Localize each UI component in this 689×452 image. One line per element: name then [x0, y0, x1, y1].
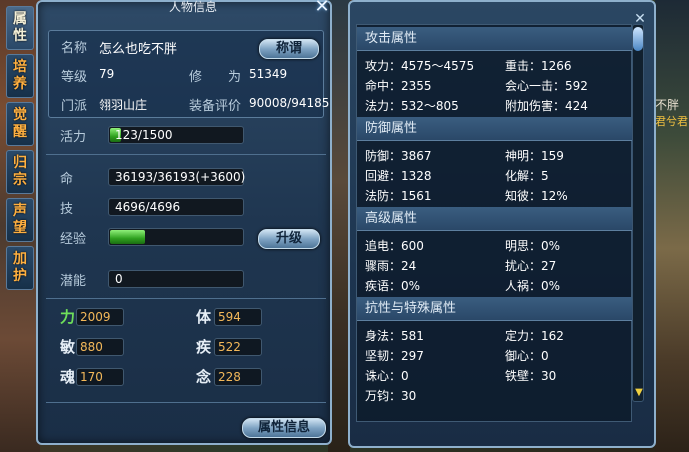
game-scene-right	[655, 0, 689, 452]
character-name: 怎么也吃不胖	[99, 42, 178, 57]
tab-awaken[interactable]: 觉醒	[6, 102, 34, 146]
advanced-section-header: 高级属性	[357, 207, 633, 231]
scene-player-name: 不胖	[655, 98, 680, 112]
tab-attributes[interactable]: 属性	[6, 6, 34, 50]
constitution-label: 体	[196, 308, 212, 326]
strength-label: 力	[60, 308, 76, 326]
tab-reputation[interactable]: 声望	[6, 198, 34, 242]
title-button[interactable]: 称谓	[259, 39, 319, 59]
attribute-list: 攻击属性 攻力：4575～4575 重击：1266 命中：2355 会心一击：5…	[356, 24, 633, 422]
exp-label: 经验	[60, 232, 87, 247]
scene-player-nameplate: 不胖 君兮君	[655, 96, 689, 129]
attack-row-right: 附加伤害：424	[505, 99, 588, 113]
attack-row-right: 会心一击：592	[505, 79, 588, 93]
attack-row-left: 命中：2355	[365, 79, 432, 93]
advanced-row-right: 明思：0%	[505, 239, 561, 253]
hp-value: 36193/36193(+3600)	[115, 170, 246, 184]
attack-section-header: 攻击属性	[357, 27, 633, 51]
tab-cultivate[interactable]: 培养	[6, 54, 34, 98]
speed-box: 522	[214, 338, 262, 356]
attack-row-left: 法力：532～805	[365, 99, 459, 113]
cultivation-value: 51349	[249, 67, 288, 81]
side-tab-bar: 属性 培养 觉醒 归宗 声望 加护	[6, 6, 40, 294]
strength-value: 2009	[80, 310, 111, 324]
soul-box: 170	[76, 368, 124, 386]
constitution-value: 594	[218, 310, 241, 324]
potential-value: 0	[115, 272, 123, 286]
agility-box: 880	[76, 338, 124, 356]
attribute-info-button[interactable]: 属性信息	[242, 418, 326, 438]
mind-label: 念	[196, 368, 212, 386]
cultivation-label: 修 为	[189, 70, 242, 85]
defense-row-left: 回避：1328	[365, 169, 432, 183]
mind-value: 228	[218, 370, 241, 384]
divider	[46, 402, 326, 403]
sect-label: 门派	[61, 99, 88, 114]
vitality-bar: 123/1500	[108, 126, 244, 144]
attack-row-right: 重击：1266	[505, 59, 572, 73]
scene-player-guild: 君兮君	[655, 115, 688, 128]
level-label: 等级	[61, 70, 88, 85]
potential-label: 潜能	[60, 274, 87, 289]
skill-points-bar: 4696/4696	[108, 198, 244, 216]
defense-section-header: 防御属性	[357, 117, 633, 141]
attribute-scrollbar[interactable]	[632, 24, 644, 402]
speed-label: 疾	[196, 338, 212, 356]
attribute-detail-panel: ✕ 攻击属性 攻力：4575～4575 重击：1266 命中：2355 会心一击…	[348, 0, 656, 448]
skill-points-value: 4696/4696	[115, 200, 181, 214]
resist-row-left: 身法：581	[365, 329, 424, 343]
scrollbar-thumb[interactable]	[633, 27, 643, 51]
strength-box: 2009	[76, 308, 124, 326]
resist-row-right: 铁壁：30	[505, 369, 557, 383]
tab-return-sect[interactable]: 归宗	[6, 150, 34, 194]
exp-bar-fill	[110, 230, 145, 244]
constitution-box: 594	[214, 308, 262, 326]
advanced-row-right: 扰心：27	[505, 259, 557, 273]
basic-info-box: 名称 怎么也吃不胖 称谓 等级 79 修 为 51349 门派 翎羽山庄 装备评…	[48, 30, 329, 118]
defense-row-left: 法防：1561	[365, 189, 432, 203]
level-value: 79	[99, 67, 115, 81]
soul-label: 魂	[60, 368, 76, 386]
advanced-row-left: 追电：600	[365, 239, 424, 253]
advanced-row-right: 人祸：0%	[505, 279, 561, 293]
upgrade-button[interactable]: 升级	[258, 229, 320, 249]
equip-score-label: 装备评价	[189, 99, 242, 114]
skill-points-label: 技	[60, 202, 74, 217]
sect-value: 翎羽山庄	[99, 98, 148, 112]
defense-row-right: 化解：5	[505, 169, 549, 183]
name-label: 名称	[61, 41, 88, 56]
resist-row-left: 诛心：0	[365, 369, 409, 383]
exp-bar	[108, 228, 244, 246]
vitality-label: 活力	[60, 130, 87, 145]
defense-row-right: 神明：159	[505, 149, 564, 163]
character-info-panel: 人物信息 ✕ 名称 怎么也吃不胖 称谓 等级 79 修 为 51349 门派 翎…	[36, 0, 332, 445]
soul-value: 170	[80, 370, 103, 384]
resist-section-header: 抗性与特殊属性	[357, 297, 633, 321]
resist-row-left: 坚韧：297	[365, 349, 424, 363]
advanced-row-left: 骤雨：24	[365, 259, 417, 273]
close-icon[interactable]: ✕	[312, 0, 332, 17]
speed-value: 522	[218, 340, 241, 354]
resist-row-right: 定力：162	[505, 329, 564, 343]
equip-score-value: 90008/94185	[249, 96, 330, 110]
advanced-row-left: 疾语：0%	[365, 279, 421, 293]
panel-title: 人物信息	[168, 0, 217, 14]
defense-row-right: 知彼：12%	[505, 189, 568, 203]
defense-row-left: 防御：3867	[365, 149, 432, 163]
resist-row-right: 御心：0	[505, 349, 549, 363]
mind-box: 228	[214, 368, 262, 386]
vitality-value: 123/1500	[115, 128, 173, 142]
agility-value: 880	[80, 340, 103, 354]
divider	[46, 154, 326, 155]
agility-label: 敏	[60, 338, 76, 356]
resist-row-left: 万钧：30	[365, 389, 417, 403]
attack-row-left: 攻力：4575～4575	[365, 59, 475, 73]
tab-protection[interactable]: 加护	[6, 246, 34, 290]
potential-bar: 0	[108, 270, 244, 288]
divider	[46, 298, 326, 299]
scroll-down-arrow-icon[interactable]: ▼	[634, 388, 644, 400]
hp-label: 命	[60, 172, 74, 187]
hp-bar: 36193/36193(+3600)	[108, 168, 246, 186]
